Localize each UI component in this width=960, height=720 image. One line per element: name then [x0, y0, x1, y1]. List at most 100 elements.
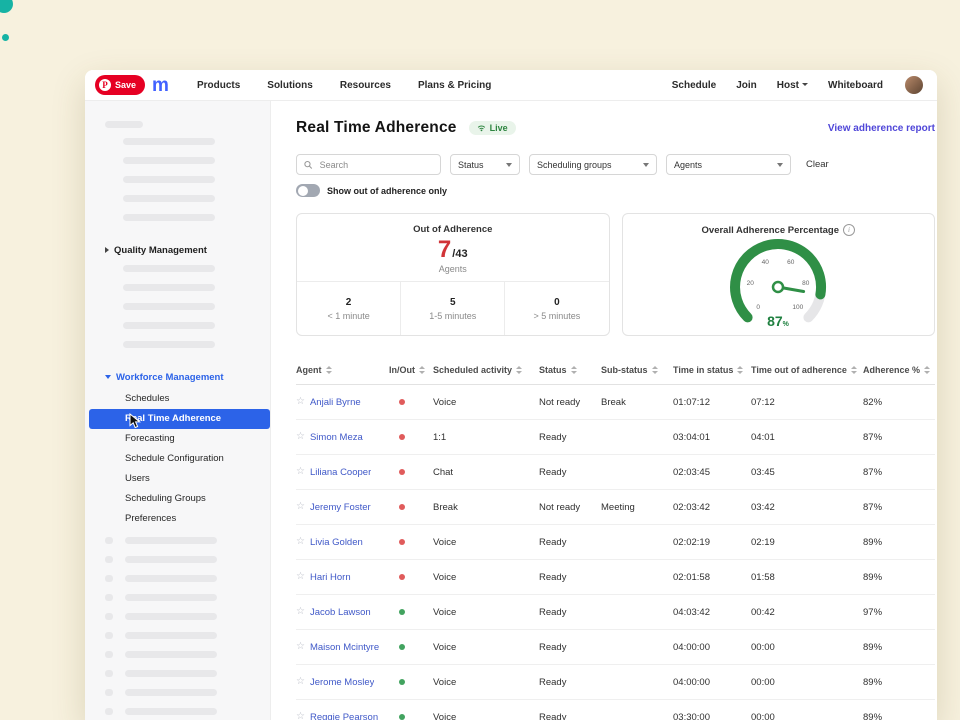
scheduled-activity-cell: Voice [433, 712, 539, 720]
sort-icon[interactable] [419, 366, 425, 374]
column-header[interactable]: Adherence % [863, 365, 935, 375]
skeleton-bar [125, 632, 217, 639]
view-adherence-report-link[interactable]: View adherence report [828, 123, 935, 134]
sort-icon[interactable] [516, 366, 522, 374]
scheduled-activity-cell: Voice [433, 572, 539, 583]
nav-products[interactable]: Products [197, 80, 240, 91]
agent-cell: ☆ Simon Meza [296, 432, 389, 443]
adherence-percent-cell: 87% [863, 432, 935, 443]
svg-text:87%: 87% [767, 313, 790, 329]
live-label: Live [490, 123, 508, 133]
star-icon[interactable]: ☆ [296, 642, 305, 652]
adherence-gauge: 0 20 40 60 80 100 87% [703, 232, 853, 332]
agent-name-link[interactable]: Hari Horn [310, 572, 351, 583]
column-header[interactable]: Time out of adherence [751, 365, 863, 375]
sort-icon[interactable] [924, 366, 930, 374]
column-header[interactable]: Status [539, 365, 601, 375]
skeleton-tick [105, 632, 113, 639]
sidebar-item-real-time-adherence[interactable]: Real Time Adherence [89, 409, 270, 429]
skeleton-tick [105, 670, 113, 677]
agents-dropdown[interactable]: Agents [666, 154, 791, 175]
agent-name-link[interactable]: Maison Mcintyre [310, 642, 379, 653]
star-icon[interactable]: ☆ [296, 677, 305, 687]
nav-schedule[interactable]: Schedule [672, 80, 716, 91]
agent-name-link[interactable]: Simon Meza [310, 432, 363, 443]
out-of-adherence-toggle[interactable] [296, 184, 320, 197]
brand-logo[interactable]: m [152, 76, 169, 95]
star-icon[interactable]: ☆ [296, 607, 305, 617]
star-icon[interactable]: ☆ [296, 537, 305, 547]
agent-name-link[interactable]: Jacob Lawson [310, 607, 371, 618]
toggle-row: Show out of adherence only [296, 184, 935, 197]
star-icon[interactable]: ☆ [296, 432, 305, 442]
svg-text:0: 0 [757, 304, 761, 311]
skeleton-tick [105, 651, 113, 658]
column-label: Agent [296, 365, 322, 375]
agent-cell: ☆ Reggie Pearson [296, 712, 389, 720]
star-icon[interactable]: ☆ [296, 572, 305, 582]
nav-host[interactable]: Host [777, 80, 808, 91]
sidebar-item-schedule-configuration[interactable]: Schedule Configuration [85, 449, 270, 469]
breakdown-value: 2 [346, 297, 352, 308]
top-navbar: P Save m Products Solutions Resources Pl… [85, 70, 937, 101]
sidebar-item-scheduling-groups[interactable]: Scheduling Groups [85, 489, 270, 509]
column-header[interactable]: Agent [296, 365, 389, 375]
agent-cell: ☆ Jeremy Foster [296, 502, 389, 513]
agent-name-link[interactable]: Liliana Cooper [310, 467, 371, 478]
summary-cards: Out of Adherence 7 /43 Agents 2 < 1 minu… [296, 213, 935, 336]
inout-cell [389, 609, 433, 615]
column-header[interactable]: Sub-status [601, 365, 673, 375]
nav-solutions[interactable]: Solutions [267, 80, 313, 91]
agent-name-link[interactable]: Anjali Byrne [310, 397, 361, 408]
user-avatar[interactable] [905, 76, 923, 94]
adherence-percent-cell: 89% [863, 642, 935, 653]
sidebar-section-quality-management[interactable]: Quality Management [105, 244, 270, 256]
agent-name-link[interactable]: Jeremy Foster [310, 502, 371, 513]
section-label: Quality Management [114, 245, 207, 256]
star-icon[interactable]: ☆ [296, 712, 305, 720]
main-content: Real Time Adherence Live View adherence … [271, 101, 937, 720]
column-header[interactable]: In/Out [389, 365, 433, 375]
search-input[interactable] [318, 159, 433, 171]
agent-name-link[interactable]: Jerome Mosley [310, 677, 374, 688]
agent-cell: ☆ Jerome Mosley [296, 677, 389, 688]
sidebar-item-forecasting[interactable]: Forecasting [85, 429, 270, 449]
sidebar-item-schedules[interactable]: Schedules [85, 389, 270, 409]
sort-icon[interactable] [326, 366, 332, 374]
nav-resources[interactable]: Resources [340, 80, 391, 91]
search-icon [304, 160, 313, 170]
nav-plans-pricing[interactable]: Plans & Pricing [418, 80, 491, 91]
sort-icon[interactable] [652, 366, 658, 374]
clear-filters-button[interactable]: Clear [806, 159, 829, 170]
nav-join[interactable]: Join [736, 80, 757, 91]
table-row: ☆ Anjali Byrne Voice Not ready Break 01:… [296, 385, 935, 420]
status-cell: Ready [539, 642, 601, 653]
agent-name-link[interactable]: Livia Golden [310, 537, 363, 548]
star-icon[interactable]: ☆ [296, 502, 305, 512]
sidebar-item-users[interactable]: Users [85, 469, 270, 489]
agent-name-link[interactable]: Reggie Pearson [310, 712, 378, 720]
nav-whiteboard[interactable]: Whiteboard [828, 80, 883, 91]
inout-cell [389, 399, 433, 405]
time-in-status-cell: 01:07:12 [673, 397, 751, 408]
search-box [296, 154, 441, 175]
sort-icon[interactable] [851, 366, 857, 374]
pinterest-save-button[interactable]: P Save [95, 75, 145, 95]
sidebar-item-preferences[interactable]: Preferences [85, 509, 270, 529]
sort-icon[interactable] [737, 366, 743, 374]
sidebar-section-workforce-management[interactable]: Workforce Management [105, 371, 270, 383]
status-dropdown[interactable]: Status [450, 154, 520, 175]
scheduling-groups-dropdown[interactable]: Scheduling groups [529, 154, 657, 175]
time-out-of-adherence-cell: 03:45 [751, 467, 863, 478]
skeleton-tick [105, 708, 113, 715]
column-header[interactable]: Time in status [673, 365, 751, 375]
column-header[interactable]: Scheduled activity [433, 365, 539, 375]
scheduled-activity-cell: Voice [433, 397, 539, 408]
star-icon[interactable]: ☆ [296, 397, 305, 407]
star-icon[interactable]: ☆ [296, 467, 305, 477]
skeleton-bar [125, 689, 217, 696]
sort-icon[interactable] [571, 366, 577, 374]
skeleton-bar [125, 556, 217, 563]
sidebar-skeleton-row [105, 613, 270, 620]
live-signal-icon [477, 124, 486, 132]
